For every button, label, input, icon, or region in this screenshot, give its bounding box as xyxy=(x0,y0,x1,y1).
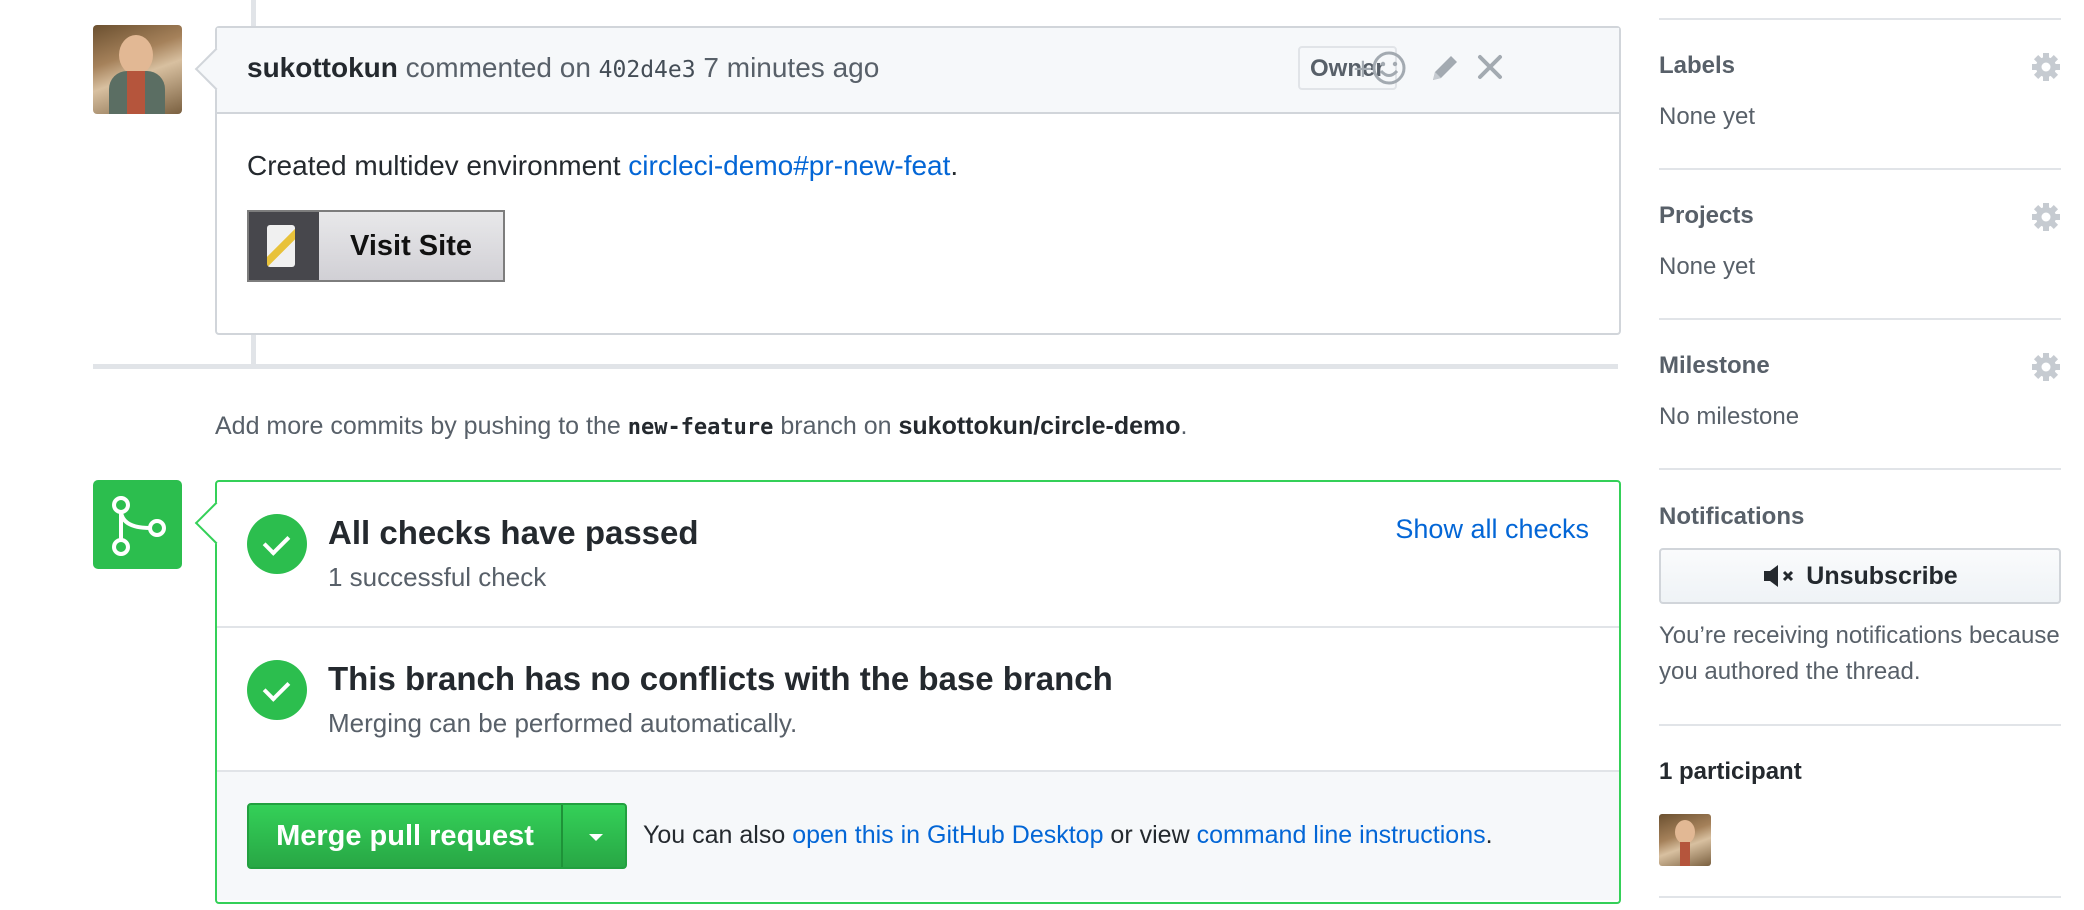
labels-value: None yet xyxy=(1659,103,1756,130)
show-all-checks-link[interactable]: Show all checks xyxy=(1395,514,1589,545)
sidebar-labels: Labels None yet xyxy=(1659,52,2061,131)
participant-avatar[interactable] xyxy=(1659,814,1711,866)
push-note-middle: branch on xyxy=(773,412,899,440)
comment-text-prefix: Created multidev environment xyxy=(247,150,629,181)
add-reaction-icon[interactable]: + xyxy=(1352,48,1408,95)
footer-prefix: You can also xyxy=(643,821,793,849)
push-note-suffix: . xyxy=(1180,412,1188,440)
comment-action: commented on xyxy=(405,52,591,83)
sidebar-divider xyxy=(1659,896,2061,898)
sidebar-divider xyxy=(1659,318,2061,320)
comment-body: Created multidev environment circleci-de… xyxy=(217,114,1619,318)
sidebar-divider xyxy=(1659,18,2061,20)
repo-name: sukottokun/circle-demo xyxy=(898,412,1181,440)
commenter-avatar[interactable] xyxy=(93,25,182,114)
notifications-note: You’re receiving notifications because y… xyxy=(1659,622,2060,685)
footer-suffix: . xyxy=(1485,821,1493,849)
pantheon-logo-icon xyxy=(249,212,319,280)
comment-box: sukottokun commented on 402d4e3 7 minute… xyxy=(194,26,1621,335)
milestone-title[interactable]: Milestone xyxy=(1659,352,2061,380)
multidev-link[interactable]: circleci-demo#pr-new-feat xyxy=(628,150,950,181)
edit-pencil-icon[interactable] xyxy=(1427,50,1463,93)
no-conflicts-icon xyxy=(247,660,307,720)
sidebar-projects: Projects None yet xyxy=(1659,202,2061,281)
projects-value: None yet xyxy=(1659,253,1756,280)
visit-site-label: Visit Site xyxy=(350,229,472,262)
participants-title: 1 participant xyxy=(1659,758,1802,785)
timeline-break xyxy=(93,364,1618,369)
comment-text: Created multidev environment circleci-de… xyxy=(247,150,1589,182)
comment-meta: sukottokun commented on 402d4e3 7 minute… xyxy=(247,52,879,84)
checks-passed-icon xyxy=(247,514,307,574)
sidebar-milestone: Milestone No milestone xyxy=(1659,352,2061,431)
unsubscribe-button[interactable]: Unsubscribe xyxy=(1659,548,2061,604)
timeline-line xyxy=(251,0,256,26)
comment-time[interactable]: 7 minutes ago xyxy=(703,52,879,83)
conflicts-subtitle: Merging can be performed automatically. xyxy=(328,708,798,738)
timeline-line xyxy=(251,333,256,365)
unsubscribe-label: Unsubscribe xyxy=(1806,561,1958,590)
mute-icon xyxy=(1762,563,1798,589)
merge-pull-request-button[interactable]: Merge pull request xyxy=(249,805,563,867)
milestone-value: No milestone xyxy=(1659,403,1800,430)
projects-gear-icon[interactable] xyxy=(2031,202,2061,232)
sidebar-divider xyxy=(1659,468,2061,470)
push-note: Add more commits by pushing to the new-f… xyxy=(215,412,1187,441)
comment-author[interactable]: sukottokun xyxy=(247,52,398,83)
merge-options-dropdown[interactable] xyxy=(563,805,625,867)
command-line-link[interactable]: command line instructions xyxy=(1197,821,1486,849)
git-merge-icon xyxy=(93,480,182,569)
conflicts-section: This branch has no conflicts with the ba… xyxy=(217,628,1619,772)
sidebar-divider xyxy=(1659,724,2061,726)
checks-section: All checks have passed 1 successful chec… xyxy=(217,482,1619,626)
merge-footer: Merge pull request You can also open thi… xyxy=(217,772,1619,900)
github-desktop-link[interactable]: open this in GitHub Desktop xyxy=(792,821,1103,849)
sidebar-participants: 1 participant xyxy=(1659,758,2061,786)
close-icon[interactable] xyxy=(1475,52,1505,89)
branch-name: new-feature xyxy=(627,415,774,440)
conflicts-title: This branch has no conflicts with the ba… xyxy=(328,660,1113,697)
comment-header: sukottokun commented on 402d4e3 7 minute… xyxy=(194,28,1619,114)
labels-gear-icon[interactable] xyxy=(2031,52,2061,82)
visit-site-button[interactable]: Visit Site xyxy=(247,210,505,282)
sidebar-notifications: Notifications Unsubscribe You’re receivi… xyxy=(1659,503,2061,690)
merge-footer-text: You can also open this in GitHub Desktop… xyxy=(643,821,1493,850)
merge-button-group: Merge pull request xyxy=(247,803,627,869)
checks-title: All checks have passed xyxy=(328,514,699,551)
comment-text-suffix: . xyxy=(950,150,959,181)
projects-title[interactable]: Projects xyxy=(1659,202,2061,230)
merge-box: All checks have passed 1 successful chec… xyxy=(194,480,1621,904)
sidebar-divider xyxy=(1659,168,2061,170)
checks-subtitle: 1 successful check xyxy=(328,562,547,592)
push-note-prefix: Add more commits by pushing to the xyxy=(215,412,628,440)
labels-title[interactable]: Labels xyxy=(1659,52,2061,80)
footer-middle: or view xyxy=(1103,821,1197,849)
commit-sha[interactable]: 402d4e3 xyxy=(599,57,696,83)
milestone-gear-icon[interactable] xyxy=(2031,352,2061,382)
notifications-title: Notifications xyxy=(1659,503,1805,530)
svg-text:+: + xyxy=(1352,54,1374,84)
